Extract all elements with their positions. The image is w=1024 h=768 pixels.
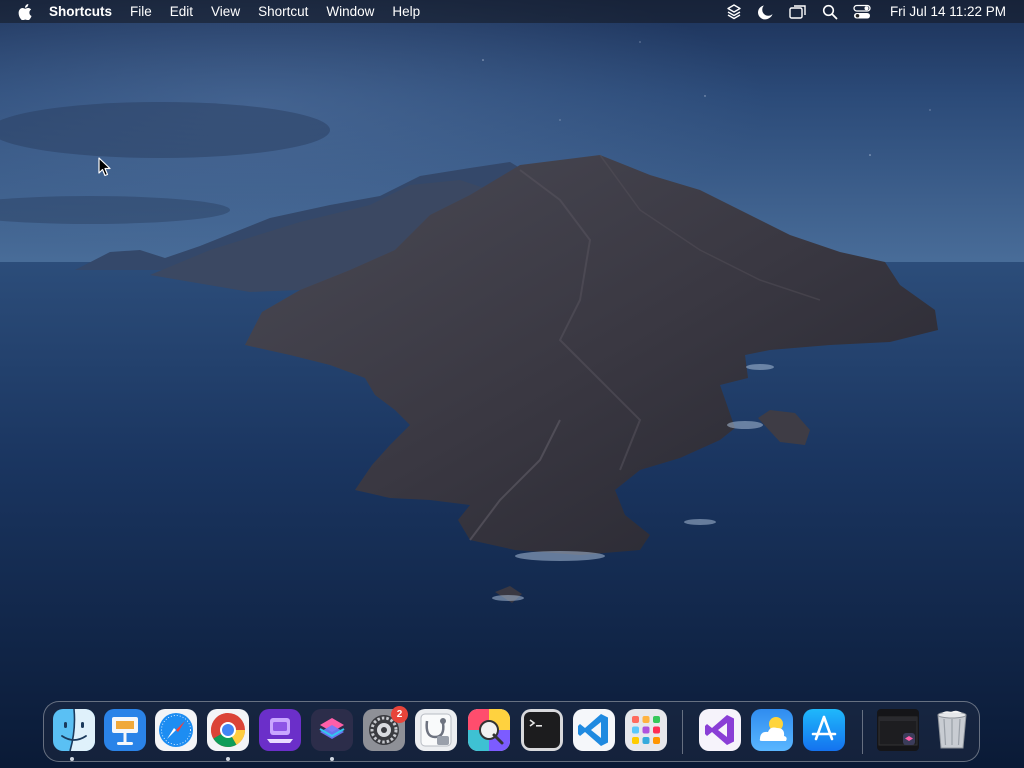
menu-file[interactable]: File — [121, 0, 161, 23]
keynote-icon[interactable] — [104, 709, 146, 751]
dock: 2 — [43, 701, 980, 762]
terminal-icon[interactable] — [521, 709, 563, 751]
running-indicator — [70, 757, 74, 761]
control-center-icon[interactable] — [846, 0, 878, 23]
menu-window[interactable]: Window — [317, 0, 383, 23]
screen-mirroring-icon[interactable] — [782, 0, 814, 23]
menu-clock[interactable]: Fri Jul 14 11:22 PM — [878, 4, 1024, 19]
menu-view[interactable]: View — [202, 0, 249, 23]
minimized-window-icon[interactable] — [877, 709, 919, 751]
menu-app-name[interactable]: Shortcuts — [40, 0, 121, 23]
weather-icon[interactable] — [751, 709, 793, 751]
visual-studio-icon[interactable] — [699, 709, 741, 751]
moon-icon[interactable] — [750, 0, 782, 23]
vscode-icon[interactable] — [573, 709, 615, 751]
running-indicator — [330, 757, 334, 761]
desktop-wallpaper — [0, 0, 1024, 768]
spotlight-search-icon[interactable] — [814, 0, 846, 23]
app-store-icon[interactable] — [803, 709, 845, 751]
notification-badge: 2 — [391, 706, 408, 723]
configurator-icon[interactable] — [259, 709, 301, 751]
running-indicator — [226, 757, 230, 761]
chrome-icon[interactable] — [207, 709, 249, 751]
launchpad-icon[interactable] — [625, 709, 667, 751]
menu-edit[interactable]: Edit — [161, 0, 202, 23]
shortcuts-icon[interactable] — [311, 709, 353, 751]
menu-help[interactable]: Help — [383, 0, 429, 23]
mouse-cursor-icon — [98, 157, 111, 177]
dock-separator — [862, 710, 863, 754]
disk-utility-icon[interactable] — [415, 709, 457, 751]
apple-menu-icon[interactable] — [0, 0, 40, 23]
menu-bar: Shortcuts File Edit View Shortcut Window… — [0, 0, 1024, 23]
trash-icon[interactable] — [931, 709, 973, 751]
colorsync-icon[interactable] — [468, 709, 510, 751]
menu-shortcut[interactable]: Shortcut — [249, 0, 317, 23]
safari-icon[interactable] — [155, 709, 197, 751]
layers-icon[interactable] — [718, 0, 750, 23]
dock-separator — [682, 710, 683, 754]
finder-icon[interactable] — [53, 709, 95, 751]
